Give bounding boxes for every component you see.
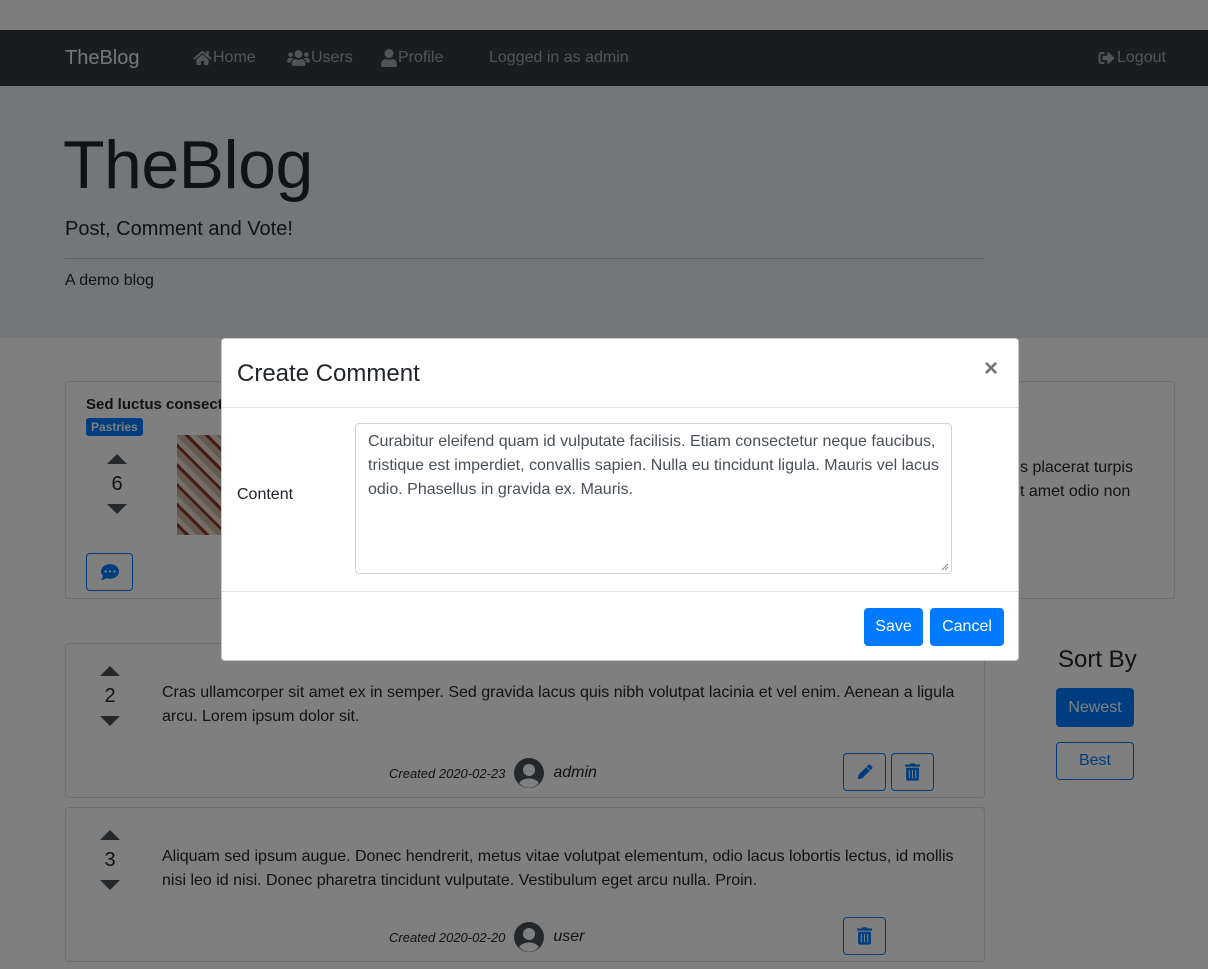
content-textarea[interactable]: Curabitur eleifend quam id vulputate fac… <box>355 423 952 574</box>
modal-title: Create Comment <box>237 360 420 387</box>
modal-footer: Save Cancel <box>222 591 1018 661</box>
content-textarea-value: Curabitur eleifend quam id vulputate fac… <box>368 433 939 498</box>
modal-header: Create Comment × <box>222 339 1018 408</box>
resize-grip-icon[interactable] <box>941 563 949 571</box>
close-icon[interactable]: × <box>984 355 998 383</box>
cancel-button[interactable]: Cancel <box>930 608 1004 646</box>
content-label: Content <box>237 486 294 503</box>
save-button[interactable]: Save <box>864 608 923 646</box>
create-comment-modal: Create Comment × Content Curabitur eleif… <box>221 338 1019 661</box>
